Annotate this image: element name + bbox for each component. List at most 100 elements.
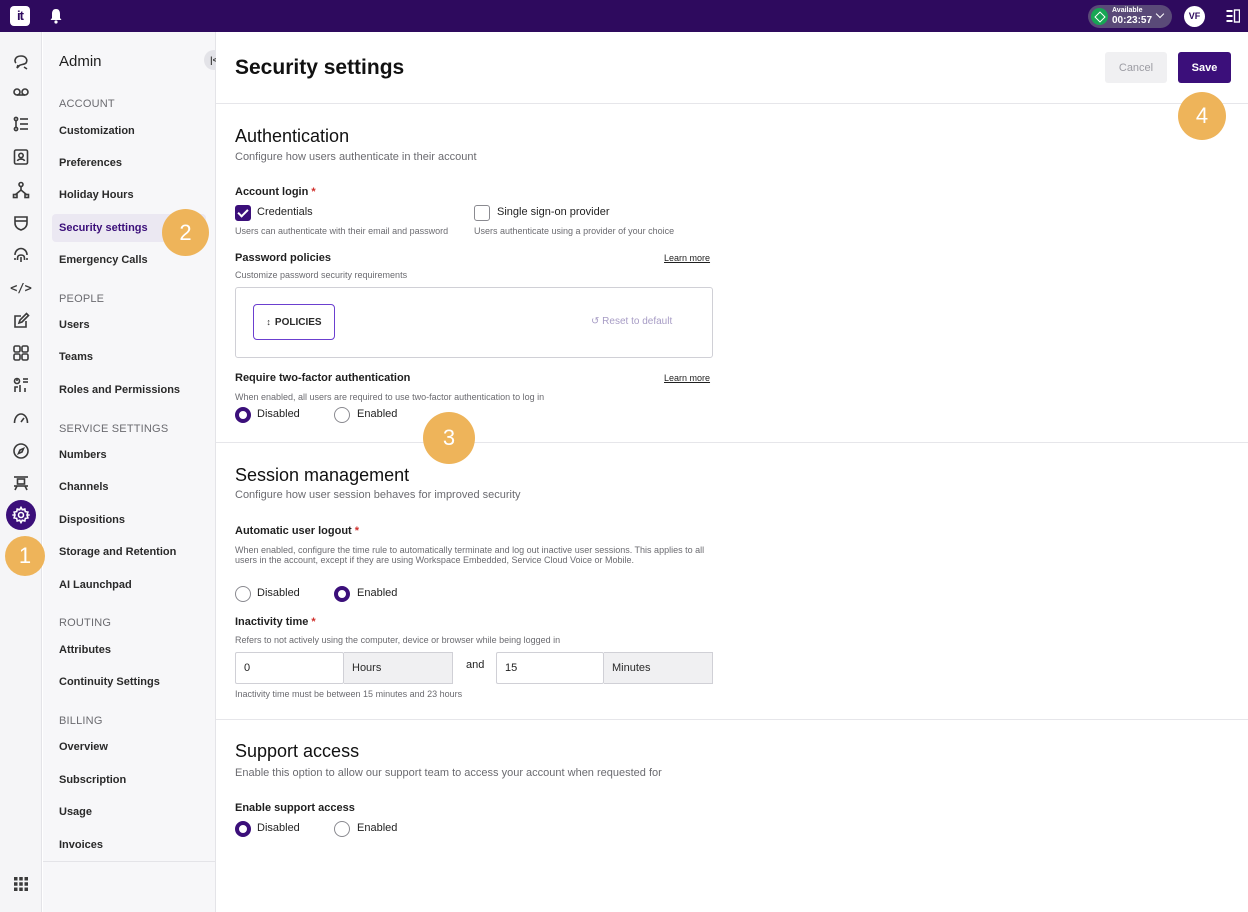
grid-icon[interactable] <box>11 874 31 894</box>
page-title: Security settings <box>235 56 405 79</box>
support-heading: Support access <box>235 741 360 761</box>
account-login-label: Account login * <box>235 186 316 198</box>
step-marker-1: 1 <box>5 536 45 576</box>
nav-item-customization[interactable]: Customization <box>52 117 206 145</box>
hours-field[interactable] <box>235 652 344 684</box>
nav-item-preferences[interactable]: Preferences <box>52 149 206 177</box>
section-divider <box>216 719 1248 720</box>
two-factor-enabled-radio[interactable] <box>334 407 350 423</box>
password-policies-label: Password policies <box>235 252 331 264</box>
inactivity-time-note: Inactivity time must be between 15 minut… <box>235 689 463 699</box>
status-label: Available <box>1112 7 1143 14</box>
header-divider <box>216 103 1248 104</box>
hours-unit: Hours <box>344 652 453 684</box>
nav-item-roles-and-permissions[interactable]: Roles and Permissions <box>52 376 206 404</box>
sso-checkbox[interactable] <box>474 205 490 221</box>
reset-icon: ↺ <box>591 316 600 327</box>
nav-item-teams[interactable]: Teams <box>52 343 206 371</box>
credentials-label: Credentials <box>257 206 313 218</box>
auto-logout-disabled-radio[interactable] <box>235 586 251 602</box>
status-timer: 00:23:57 <box>1112 15 1153 26</box>
step-marker-3: 3 <box>423 412 475 464</box>
voicemail-icon[interactable] <box>11 82 31 102</box>
nav-item-subscription[interactable]: Subscription <box>52 766 206 794</box>
auto-logout-label: Automatic user logout * <box>235 525 360 537</box>
apps-icon[interactable] <box>11 343 31 363</box>
main-content: Security settings Cancel Save Authentica… <box>216 32 1248 912</box>
side-panel-icon[interactable] <box>1226 9 1240 23</box>
shield-icon[interactable] <box>11 213 31 233</box>
task-list-icon[interactable] <box>11 114 31 134</box>
sso-label: Single sign-on provider <box>497 206 610 218</box>
nav-item-channels[interactable]: Channels <box>52 473 206 501</box>
two-factor-disabled-radio[interactable] <box>235 407 251 423</box>
support-disabled-radio[interactable] <box>235 821 251 837</box>
chat-icon[interactable] <box>11 52 31 72</box>
nav-item-overview[interactable]: Overview <box>52 733 206 761</box>
auto-logout-help: When enabled, configure the time rule to… <box>235 545 705 565</box>
fingerprint-icon[interactable] <box>11 245 31 265</box>
password-policies-learn-more-link[interactable]: Learn more <box>664 253 710 263</box>
section-divider <box>216 442 1248 443</box>
hours-input[interactable] <box>236 653 343 683</box>
inactivity-time-help: Refers to not actively using the compute… <box>235 635 561 645</box>
top-bar: it Available 00:23:57 VF <box>0 0 1248 32</box>
credentials-help: Users can authenticate with their email … <box>235 226 449 236</box>
nav-item-attributes[interactable]: Attributes <box>52 636 206 664</box>
nav-item-ai-launchpad[interactable]: AI Launchpad <box>52 571 206 599</box>
policies-button[interactable]: ↕ POLICIES <box>253 304 335 340</box>
expand-icon: ↕ <box>266 316 271 327</box>
minutes-input[interactable] <box>497 653 603 683</box>
cancel-button[interactable]: Cancel <box>1105 52 1167 83</box>
minutes-unit: Minutes <box>604 652 713 684</box>
reset-to-default-button[interactable]: ↺ Reset to default <box>591 316 672 327</box>
auto-logout-enabled-label: Enabled <box>357 587 398 599</box>
two-factor-help: When enabled, all users are required to … <box>235 392 545 402</box>
admin-nav: Admin |< ACCOUNT Customization Preferenc… <box>43 32 224 912</box>
nav-section-service-settings: SERVICE SETTINGS <box>59 423 169 435</box>
support-access-label: Enable support access <box>235 802 355 814</box>
nav-item-continuity-settings[interactable]: Continuity Settings <box>52 668 206 696</box>
support-description: Enable this option to allow our support … <box>235 767 662 779</box>
nav-item-numbers[interactable]: Numbers <box>52 441 206 469</box>
credentials-checkbox[interactable] <box>235 205 251 221</box>
minutes-field[interactable] <box>496 652 604 684</box>
session-heading: Session management <box>235 465 410 485</box>
save-button[interactable]: Save <box>1178 52 1231 83</box>
nav-item-dispositions[interactable]: Dispositions <box>52 506 206 534</box>
availability-status[interactable]: Available 00:23:57 <box>1088 5 1172 28</box>
workflow-icon[interactable] <box>11 180 31 200</box>
nav-item-holiday-hours[interactable]: Holiday Hours <box>52 181 206 209</box>
two-factor-learn-more-link[interactable]: Learn more <box>664 373 710 383</box>
edit-icon[interactable] <box>11 311 31 331</box>
code-icon[interactable]: </> <box>10 278 32 298</box>
bell-icon[interactable] <box>49 8 63 24</box>
authentication-heading: Authentication <box>235 126 350 146</box>
nav-item-invoices[interactable]: Invoices <box>52 831 206 859</box>
nav-item-usage[interactable]: Usage <box>52 798 206 826</box>
step-marker-4: 4 <box>1178 92 1226 140</box>
two-factor-disabled-label: Disabled <box>257 408 300 420</box>
nav-section-billing: BILLING <box>59 715 103 727</box>
settings-icon[interactable] <box>6 500 36 530</box>
nav-section-account: ACCOUNT <box>59 98 115 110</box>
support-enabled-radio[interactable] <box>334 821 350 837</box>
step-marker-2: 2 <box>162 209 209 256</box>
compass-icon[interactable] <box>11 441 31 461</box>
auto-logout-enabled-radio[interactable] <box>334 586 350 602</box>
session-description: Configure how user session behaves for i… <box>235 489 521 501</box>
nav-section-routing: ROUTING <box>59 617 112 629</box>
avatar[interactable]: VF <box>1184 6 1205 27</box>
auto-logout-disabled-label: Disabled <box>257 587 300 599</box>
contacts-icon[interactable] <box>11 147 31 167</box>
analytics-icon[interactable] <box>11 375 31 395</box>
gauge-icon[interactable] <box>11 408 31 428</box>
chevron-down-icon <box>1155 9 1165 19</box>
conveyor-icon[interactable] <box>11 473 31 493</box>
nav-item-storage-and-retention[interactable]: Storage and Retention <box>52 538 206 566</box>
support-enabled-label: Enabled <box>357 822 398 834</box>
nav-item-users[interactable]: Users <box>52 311 206 339</box>
inactivity-time-label: Inactivity time * <box>235 616 316 628</box>
app-logo[interactable]: it <box>10 6 30 26</box>
two-factor-enabled-label: Enabled <box>357 408 398 420</box>
